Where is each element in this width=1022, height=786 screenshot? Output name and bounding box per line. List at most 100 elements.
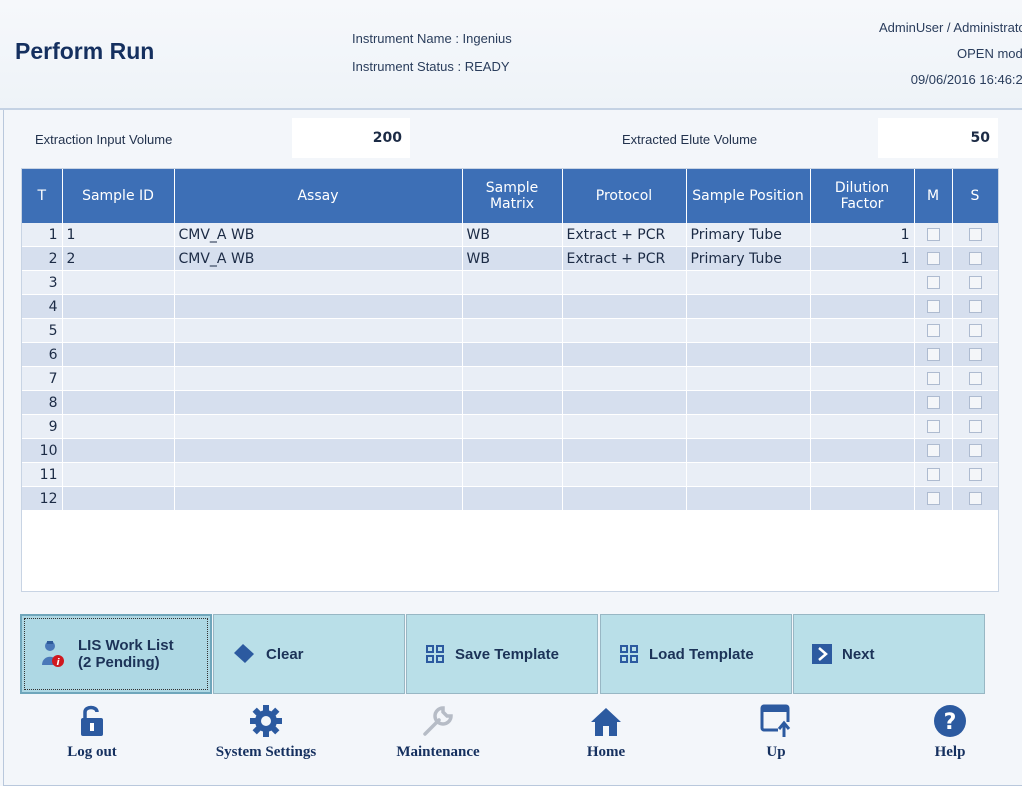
- cell-dilution[interactable]: [810, 414, 915, 439]
- elute-volume-field[interactable]: 50: [878, 118, 998, 158]
- m-checkbox[interactable]: [926, 444, 940, 457]
- cell-matrix[interactable]: [462, 342, 563, 367]
- cell-position[interactable]: [686, 318, 811, 343]
- cell-position[interactable]: [686, 462, 811, 487]
- cell-dilution[interactable]: [810, 294, 915, 319]
- table-row[interactable]: 2 2 CMV_A WB WB Extract + PCR Primary Tube 1: [22, 246, 998, 271]
- cell-position[interactable]: [686, 438, 811, 463]
- cell-assay[interactable]: CMV_A WB: [174, 246, 463, 271]
- cell-protocol[interactable]: [562, 390, 687, 415]
- cell-dilution[interactable]: [810, 462, 915, 487]
- table-row[interactable]: 4: [22, 294, 998, 319]
- cell-t[interactable]: 2: [22, 246, 63, 271]
- column-header-assay[interactable]: Assay: [174, 169, 463, 223]
- save-template-button[interactable]: Save Template: [406, 614, 598, 694]
- cell-position[interactable]: [686, 366, 811, 391]
- m-checkbox[interactable]: [926, 420, 940, 433]
- lis-work-list-button[interactable]: i LIS Work List (2 Pending): [20, 614, 212, 694]
- cell-assay[interactable]: [174, 342, 463, 367]
- cell-t[interactable]: 8: [22, 390, 63, 415]
- cell-t[interactable]: 5: [22, 318, 63, 343]
- m-checkbox[interactable]: [926, 348, 940, 361]
- cell-matrix[interactable]: [462, 318, 563, 343]
- cell-position[interactable]: [686, 342, 811, 367]
- cell-assay[interactable]: [174, 366, 463, 391]
- cell-dilution[interactable]: 1: [810, 246, 915, 271]
- table-row[interactable]: 10: [22, 438, 998, 463]
- cell-protocol[interactable]: [562, 366, 687, 391]
- cell-assay[interactable]: [174, 462, 463, 487]
- cell-protocol[interactable]: [562, 438, 687, 463]
- cell-t[interactable]: 7: [22, 366, 63, 391]
- cell-assay[interactable]: [174, 270, 463, 295]
- cell-sample-id[interactable]: [62, 414, 175, 439]
- up-button[interactable]: Up: [706, 700, 846, 761]
- cell-position[interactable]: Primary Tube: [686, 246, 811, 271]
- cell-dilution[interactable]: [810, 486, 915, 511]
- cell-sample-id[interactable]: [62, 390, 175, 415]
- logout-button[interactable]: Log out: [22, 700, 162, 761]
- cell-sample-id[interactable]: [62, 342, 175, 367]
- cell-position[interactable]: [686, 390, 811, 415]
- maintenance-button[interactable]: Maintenance: [368, 700, 508, 761]
- cell-matrix[interactable]: WB: [462, 223, 563, 247]
- cell-dilution[interactable]: 1: [810, 223, 915, 247]
- cell-matrix[interactable]: [462, 438, 563, 463]
- cell-protocol[interactable]: [562, 342, 687, 367]
- cell-sample-id[interactable]: [62, 438, 175, 463]
- cell-position[interactable]: [686, 270, 811, 295]
- cell-protocol[interactable]: [562, 294, 687, 319]
- s-checkbox[interactable]: [968, 228, 982, 241]
- cell-sample-id[interactable]: [62, 318, 175, 343]
- cell-protocol[interactable]: Extract + PCR: [562, 223, 687, 247]
- load-template-button[interactable]: Load Template: [600, 614, 792, 694]
- cell-dilution[interactable]: [810, 366, 915, 391]
- s-checkbox[interactable]: [968, 348, 982, 361]
- cell-matrix[interactable]: [462, 462, 563, 487]
- s-checkbox[interactable]: [968, 468, 982, 481]
- m-checkbox[interactable]: [926, 396, 940, 409]
- table-row[interactable]: 8: [22, 390, 998, 415]
- m-checkbox[interactable]: [926, 492, 940, 505]
- cell-protocol[interactable]: [562, 486, 687, 511]
- cell-matrix[interactable]: [462, 270, 563, 295]
- cell-matrix[interactable]: [462, 366, 563, 391]
- cell-t[interactable]: 4: [22, 294, 63, 319]
- cell-assay[interactable]: [174, 294, 463, 319]
- cell-matrix[interactable]: [462, 486, 563, 511]
- cell-t[interactable]: 9: [22, 414, 63, 439]
- help-button[interactable]: ? Help: [880, 700, 1020, 761]
- cell-t[interactable]: 11: [22, 462, 63, 487]
- cell-protocol[interactable]: [562, 414, 687, 439]
- table-row[interactable]: 6: [22, 342, 998, 367]
- m-checkbox[interactable]: [926, 468, 940, 481]
- s-checkbox[interactable]: [968, 444, 982, 457]
- cell-assay[interactable]: [174, 390, 463, 415]
- cell-protocol[interactable]: [562, 318, 687, 343]
- cell-protocol[interactable]: [562, 462, 687, 487]
- cell-dilution[interactable]: [810, 318, 915, 343]
- table-row[interactable]: 11: [22, 462, 998, 487]
- system-settings-button[interactable]: System Settings: [196, 700, 336, 761]
- cell-assay[interactable]: CMV_A WB: [174, 223, 463, 247]
- table-row[interactable]: 12: [22, 486, 998, 511]
- column-header-protocol[interactable]: Protocol: [562, 169, 687, 223]
- cell-matrix[interactable]: [462, 390, 563, 415]
- next-button[interactable]: Next: [793, 614, 985, 694]
- cell-dilution[interactable]: [810, 390, 915, 415]
- cell-t[interactable]: 1: [22, 223, 63, 247]
- s-checkbox[interactable]: [968, 324, 982, 337]
- table-row[interactable]: 3: [22, 270, 998, 295]
- cell-dilution[interactable]: [810, 438, 915, 463]
- s-checkbox[interactable]: [968, 420, 982, 433]
- cell-sample-id[interactable]: [62, 294, 175, 319]
- cell-sample-id[interactable]: 2: [62, 246, 175, 271]
- clear-button[interactable]: Clear: [213, 614, 405, 694]
- column-header-sample-position[interactable]: Sample Position: [686, 169, 811, 223]
- column-header-s[interactable]: S: [952, 169, 998, 223]
- column-header-dilution-factor[interactable]: Dilution Factor: [810, 169, 915, 223]
- cell-assay[interactable]: [174, 438, 463, 463]
- s-checkbox[interactable]: [968, 300, 982, 313]
- cell-t[interactable]: 3: [22, 270, 63, 295]
- cell-sample-id[interactable]: [62, 366, 175, 391]
